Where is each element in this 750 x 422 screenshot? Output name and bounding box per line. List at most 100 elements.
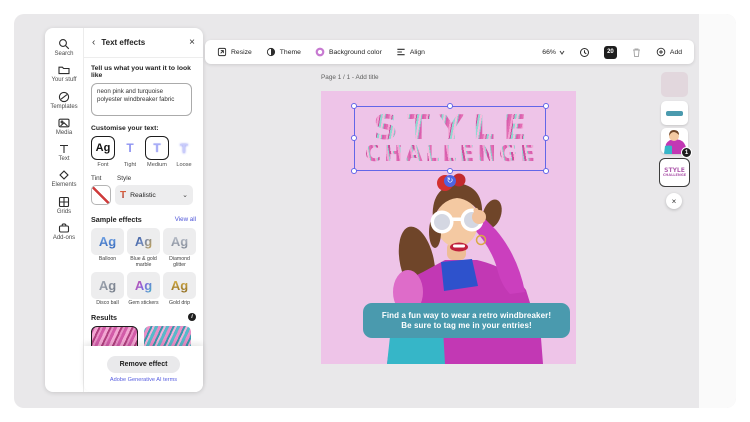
sample-gem-stickers[interactable]: Ag Gem stickers bbox=[127, 272, 160, 307]
zoom-control[interactable]: 66% bbox=[542, 49, 565, 56]
background-color-button[interactable]: Background color bbox=[315, 47, 382, 57]
app-sidebar: Search Your stuff Templates Media Text E… bbox=[45, 28, 84, 392]
sidebar-item-elements[interactable]: Elements bbox=[45, 169, 83, 188]
sample-effects-header: Sample effects View all bbox=[91, 215, 196, 224]
layer-thumb-banner[interactable] bbox=[661, 101, 688, 125]
t-glyph: T bbox=[153, 141, 160, 155]
option-medium-tile[interactable]: T bbox=[145, 136, 169, 160]
theme-button[interactable]: Theme bbox=[266, 47, 301, 57]
style-t-glyph: T bbox=[120, 190, 126, 201]
sidebar-item-text[interactable]: Text bbox=[45, 143, 83, 162]
add-page-button[interactable]: Add bbox=[656, 47, 682, 57]
sample-tile[interactable]: Ag bbox=[127, 272, 160, 299]
rotate-handle[interactable]: ↻ bbox=[444, 175, 456, 187]
sidebar-item-label: Templates bbox=[50, 104, 77, 110]
sidebar-item-your-stuff[interactable]: Your stuff bbox=[45, 64, 83, 83]
sample-tile[interactable]: Ag bbox=[91, 228, 124, 255]
tint-none-swatch[interactable] bbox=[91, 185, 111, 205]
ag-glyph: Ag bbox=[99, 278, 116, 293]
sidebar-item-label: Search bbox=[54, 51, 73, 57]
sample-tile[interactable]: Ag bbox=[91, 272, 124, 299]
panel-title: Text effects bbox=[101, 38, 189, 47]
close-icon[interactable]: × bbox=[189, 37, 195, 48]
resize-icon bbox=[217, 47, 227, 57]
prompt-label: Tell us what you want it to look like bbox=[91, 65, 196, 79]
layer-thumb-background[interactable] bbox=[661, 72, 688, 97]
sample-tile[interactable]: Ag bbox=[163, 228, 196, 255]
design-canvas[interactable]: Find a fun way to wear a retro windbreak… bbox=[321, 91, 576, 364]
sample-effects-grid: Ag Balloon Ag Blue & gold marble Ag Diam… bbox=[91, 228, 196, 307]
panel-header: ‹ Text effects × bbox=[84, 28, 203, 58]
ag-glyph: Ag bbox=[96, 142, 111, 154]
sample-disco-ball[interactable]: Ag Disco ball bbox=[91, 272, 124, 307]
media-icon bbox=[58, 117, 70, 129]
sidebar-item-add-ons[interactable]: Add-ons bbox=[45, 222, 83, 241]
headline-text[interactable]: STYLE CHALLENGE bbox=[354, 107, 546, 171]
collapse-layers-button[interactable]: × bbox=[666, 193, 682, 209]
option-tight[interactable]: T Tight bbox=[118, 136, 142, 168]
page-label[interactable]: Page 1 / 1 - Add title bbox=[321, 74, 379, 81]
align-label: Align bbox=[410, 49, 425, 56]
credits-badge[interactable]: 20 bbox=[604, 46, 617, 59]
sample-label: Balloon bbox=[99, 257, 116, 263]
banner-line-2: Be sure to tag me in your entries! bbox=[401, 321, 532, 330]
layer-thumb-photo[interactable]: 1 bbox=[661, 128, 688, 154]
sample-label: Gold drip bbox=[169, 301, 190, 307]
resize-label: Resize bbox=[231, 49, 252, 56]
option-font-tile[interactable]: Ag bbox=[91, 136, 115, 160]
style-label: Style bbox=[117, 175, 131, 182]
promo-banner[interactable]: Find a fun way to wear a retro windbreak… bbox=[363, 303, 570, 338]
sample-label: Disco ball bbox=[96, 301, 119, 307]
sample-blue-gold-marble[interactable]: Ag Blue & gold marble bbox=[127, 228, 160, 269]
sidebar-item-grids[interactable]: Grids bbox=[45, 196, 83, 215]
sidebar-item-templates[interactable]: Templates bbox=[45, 91, 83, 110]
ag-glyph: Ag bbox=[135, 234, 152, 249]
ag-glyph: Ag bbox=[135, 278, 152, 293]
history-button[interactable] bbox=[579, 47, 590, 58]
sample-tile[interactable]: Ag bbox=[127, 228, 160, 255]
info-icon[interactable]: i bbox=[188, 313, 196, 321]
option-tight-tile[interactable]: T bbox=[118, 136, 142, 160]
remove-effect-button[interactable]: Remove effect bbox=[107, 356, 181, 373]
option-label: Loose bbox=[176, 162, 191, 168]
delete-button[interactable] bbox=[631, 47, 642, 58]
sidebar-item-label: Media bbox=[56, 130, 72, 136]
results-header: Results i bbox=[91, 313, 196, 322]
headline-line-2: CHALLENGE bbox=[362, 145, 538, 166]
sample-diamond-glitter[interactable]: Ag Diamond glitter bbox=[163, 228, 196, 269]
generative-ai-terms-link[interactable]: Adobe Generative AI terms bbox=[110, 377, 177, 383]
back-icon[interactable]: ‹ bbox=[92, 37, 95, 48]
option-loose[interactable]: T Loose bbox=[172, 136, 196, 168]
sample-gold-drip[interactable]: Ag Gold drip bbox=[163, 272, 196, 307]
search-icon bbox=[58, 38, 70, 50]
option-font[interactable]: Ag Font bbox=[91, 136, 115, 168]
sample-balloon[interactable]: Ag Balloon bbox=[91, 228, 124, 269]
t-glyph: T bbox=[180, 141, 188, 156]
text-effects-panel: ‹ Text effects × Tell us what you want i… bbox=[84, 28, 203, 392]
results-title: Results bbox=[91, 313, 188, 322]
sample-tile[interactable]: Ag bbox=[163, 272, 196, 299]
text-option-row: Ag Font T Tight T Medium T Loose bbox=[91, 136, 196, 168]
layer-photo-badge: 1 bbox=[681, 147, 692, 158]
option-label: Medium bbox=[147, 162, 167, 168]
sidebar-item-search[interactable]: Search bbox=[45, 38, 83, 57]
style-dropdown[interactable]: T Realistic ⌄ bbox=[115, 185, 193, 205]
customize-label: Customise your text: bbox=[91, 125, 196, 132]
sidebar-item-media[interactable]: Media bbox=[45, 117, 83, 136]
sidebar-item-label: Text bbox=[58, 156, 69, 162]
resize-button[interactable]: Resize bbox=[217, 47, 252, 57]
prompt-input[interactable]: neon pink and turquoise polyester windbr… bbox=[91, 83, 192, 116]
folder-icon bbox=[58, 64, 70, 76]
ag-glyph: Ag bbox=[171, 234, 188, 249]
option-loose-tile[interactable]: T bbox=[172, 136, 196, 160]
align-button[interactable]: Align bbox=[396, 47, 425, 57]
layer-thumb-headline-selected[interactable]: STYLE CHALLENGE bbox=[659, 158, 690, 187]
view-all-link[interactable]: View all bbox=[175, 216, 196, 223]
chevron-down-icon bbox=[559, 50, 565, 55]
theme-label: Theme bbox=[280, 49, 301, 56]
option-medium[interactable]: T Medium bbox=[145, 136, 169, 168]
t-glyph: T bbox=[126, 141, 133, 155]
thumb-headline-line-2: CHALLENGE bbox=[663, 174, 686, 178]
templates-icon bbox=[58, 91, 70, 103]
history-clock-icon bbox=[579, 47, 590, 58]
